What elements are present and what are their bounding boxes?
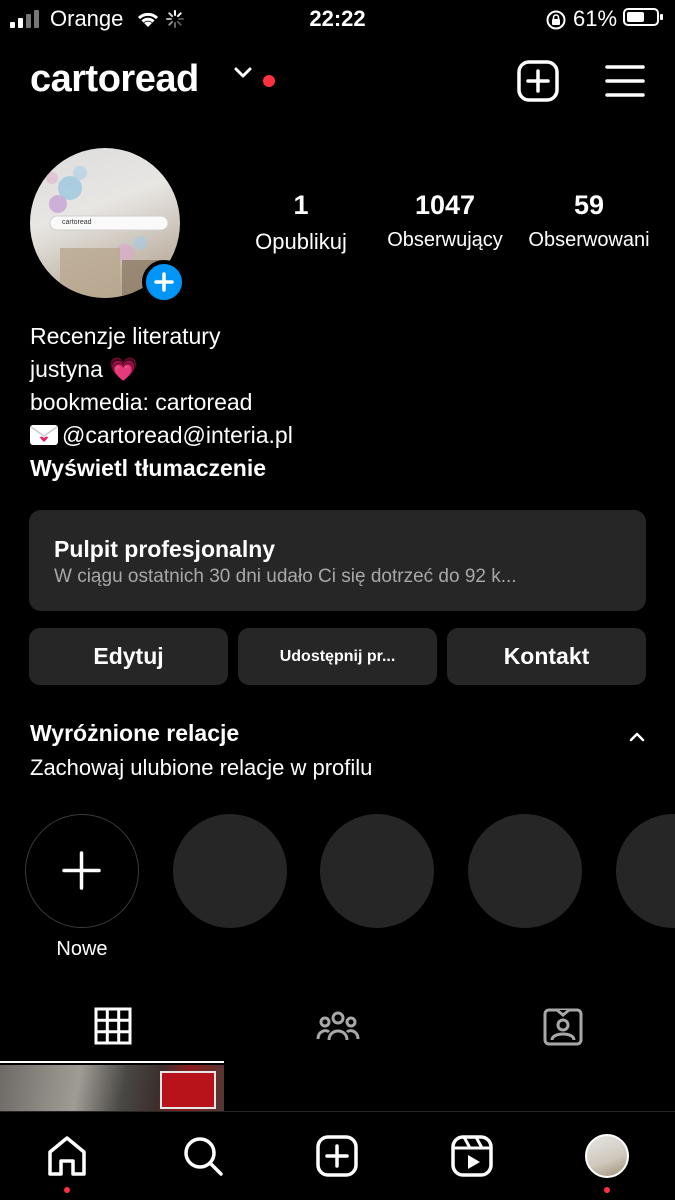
nav-create[interactable] <box>312 1131 362 1181</box>
menu-icon[interactable] <box>605 64 645 98</box>
home-icon <box>48 1136 86 1176</box>
tab-grid[interactable] <box>0 1003 225 1063</box>
reels-icon <box>451 1135 493 1177</box>
stat-following-count: 59 <box>573 190 605 220</box>
highlight-placeholder <box>468 814 582 928</box>
rotation-lock-icon <box>546 10 566 30</box>
stat-posts-label: Opublikuj <box>255 229 347 254</box>
post-thumbnail[interactable] <box>0 1065 224 1111</box>
bio-name: justyna <box>30 356 103 382</box>
profile-username[interactable]: cartoread <box>30 58 199 101</box>
bio-email[interactable]: @cartoread@interia.pl <box>62 422 293 448</box>
heart-emoji: 💗 <box>109 356 138 382</box>
nav-profile[interactable] <box>582 1131 632 1181</box>
nav-home[interactable] <box>42 1131 92 1181</box>
edit-profile-button[interactable]: Edytuj <box>29 628 228 685</box>
highlight-placeholder <box>320 814 434 928</box>
stat-posts[interactable]: 1 Opublikuj <box>231 190 371 255</box>
battery-percent: 61% <box>573 6 618 31</box>
profile-bio: Recenzje literatury justyna 💗 bookmedia:… <box>30 320 293 485</box>
create-icon <box>316 1135 358 1177</box>
bio-email-line: @cartoread@interia.pl <box>30 419 293 452</box>
nav-notification-dot <box>64 1187 70 1193</box>
plus-icon <box>62 851 101 890</box>
highlights-title: Wyróżnione relacje <box>30 720 240 746</box>
battery-icon <box>623 8 663 26</box>
new-post-icon[interactable] <box>517 60 559 102</box>
dashboard-subtitle: W ciągu ostatnich 30 dni udało Ci się do… <box>54 566 517 587</box>
stat-followers-count: 1047 <box>414 190 476 220</box>
contact-button[interactable]: Kontakt <box>447 628 646 685</box>
bio-name-line: justyna 💗 <box>30 353 293 386</box>
tagged-photos-icon <box>543 1008 582 1046</box>
search-icon <box>184 1137 223 1176</box>
tab-tagged[interactable] <box>450 1003 675 1063</box>
bio-bookmedia: bookmedia: cartoread <box>30 389 253 415</box>
avatar-caption: cartoread <box>62 219 92 226</box>
envelope-heart-icon <box>30 425 58 445</box>
dashboard-title: Pulpit profesjonalny <box>54 536 276 562</box>
tagged-people-icon <box>316 1011 359 1041</box>
stat-followers-label: Obserwujący <box>387 229 503 251</box>
share-profile-button[interactable]: Udostępnij pr... <box>238 628 437 685</box>
chevron-up-icon[interactable] <box>626 730 648 744</box>
stat-followers[interactable]: 1047 Obserwujący <box>375 190 515 252</box>
highlight-placeholder <box>173 814 287 928</box>
active-tab-indicator <box>0 1061 224 1063</box>
notification-dot <box>263 75 275 87</box>
nav-search[interactable] <box>178 1131 228 1181</box>
new-highlight-button[interactable] <box>25 814 139 928</box>
tab-people[interactable] <box>225 1003 450 1063</box>
highlight-placeholder-partial <box>616 814 675 928</box>
thumbnail-sign <box>160 1071 216 1109</box>
stat-following[interactable]: 59 Obserwowani <box>519 190 659 252</box>
chevron-down-icon[interactable] <box>233 66 253 80</box>
bottom-nav-divider <box>0 1111 675 1112</box>
status-bar: Orange 22:22 61% <box>0 0 675 38</box>
plus-icon <box>154 272 174 292</box>
stat-following-label: Obserwowani <box>528 229 650 251</box>
stat-posts-count: 1 <box>293 190 309 220</box>
new-highlight-label: Nowe <box>56 938 108 960</box>
nav-reels[interactable] <box>447 1131 497 1181</box>
highlights-subtitle: Zachowaj ulubione relacje w profilu <box>30 755 373 780</box>
translate-link[interactable]: Wyświetl tłumaczenie <box>30 452 293 485</box>
professional-dashboard[interactable]: Pulpit profesjonalny W ciągu ostatnich 3… <box>29 510 646 611</box>
add-story-button[interactable] <box>142 260 186 304</box>
nav-profile-dot <box>604 1187 610 1193</box>
profile-icon <box>585 1134 629 1178</box>
grid-icon <box>94 1007 131 1045</box>
bio-category: Recenzje literatury <box>30 323 221 349</box>
